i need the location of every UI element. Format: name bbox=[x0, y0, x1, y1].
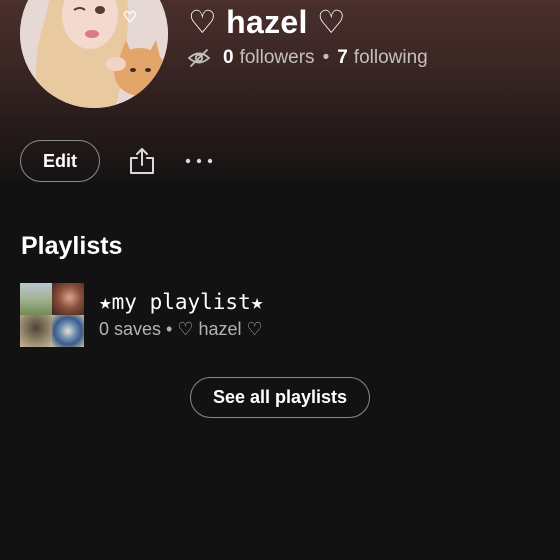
profile-name: ♡ hazel ♡ bbox=[188, 4, 346, 40]
following-count[interactable]: 7 bbox=[337, 47, 348, 69]
more-options-icon[interactable] bbox=[184, 146, 214, 176]
see-all-playlists-button[interactable]: See all playlists bbox=[190, 377, 370, 418]
playlists-section-title: Playlists bbox=[21, 232, 123, 260]
playlist-text: ★my playlist★ 0 saves • ♡ hazel ♡ bbox=[99, 283, 263, 347]
share-icon[interactable] bbox=[128, 146, 156, 176]
followers-label[interactable]: followers bbox=[240, 47, 315, 69]
stats-separator: • bbox=[322, 47, 330, 68]
edit-button[interactable]: Edit bbox=[20, 140, 100, 182]
follow-stats: 0 followers • 7 following bbox=[187, 46, 428, 70]
followers-count[interactable]: 0 bbox=[223, 47, 234, 69]
playlist-title: ★my playlist★ bbox=[99, 290, 264, 314]
following-label[interactable]: following bbox=[354, 47, 428, 69]
playlist-cover-image bbox=[20, 283, 84, 347]
playlist-subtitle: 0 saves • ♡ hazel ♡ bbox=[99, 319, 263, 339]
eye-off-icon bbox=[187, 46, 211, 70]
profile-actions: Edit bbox=[20, 140, 214, 182]
playlist-item[interactable]: ★my playlist★ 0 saves • ♡ hazel ♡ bbox=[20, 283, 540, 347]
